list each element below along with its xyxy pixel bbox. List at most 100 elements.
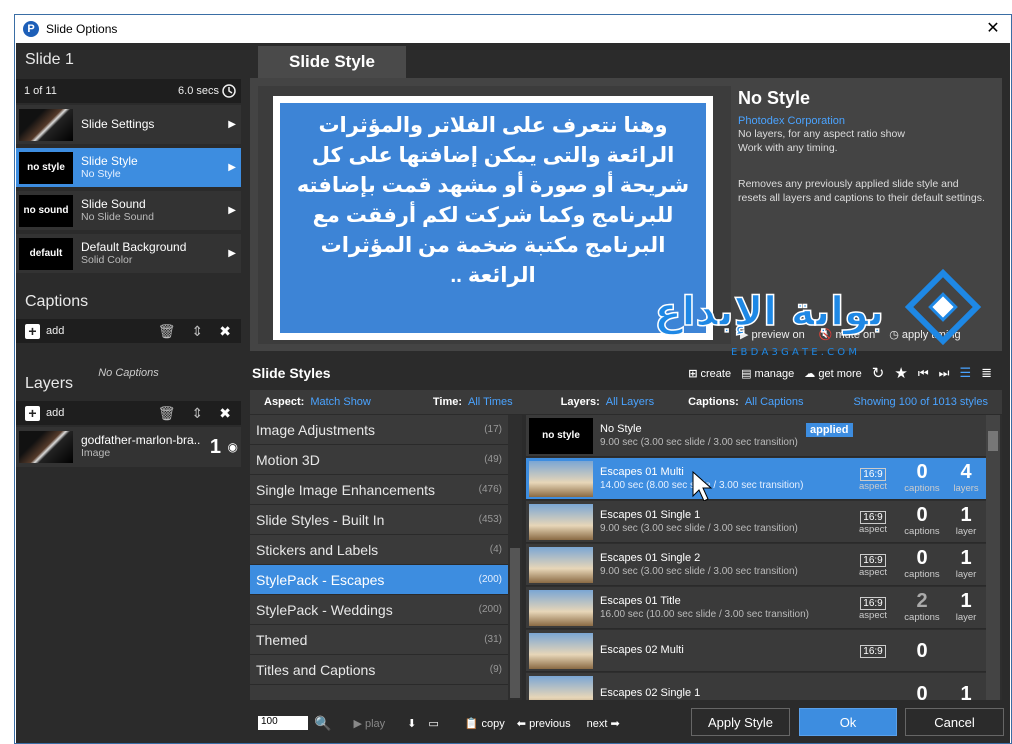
style-row-name: Escapes 01 Single 1 — [600, 508, 701, 521]
magnifier-icon[interactable]: 🔍 — [314, 715, 331, 732]
trash-icon[interactable]: 🗑 — [158, 323, 176, 340]
category-scrollbar[interactable] — [508, 415, 522, 700]
category-item[interactable]: StylePack - Weddings (200) — [250, 595, 522, 625]
category-item[interactable]: Slide Styles - Built In (453) — [250, 505, 522, 535]
mute-on-toggle[interactable]: 🔇 mute on — [819, 328, 876, 341]
marker-icon[interactable]: ⬇ — [407, 717, 416, 730]
slide-time[interactable]: 6.0 secs — [178, 85, 219, 97]
slide-preview: وهنا نتعرف على الفلاتر والمؤثرات الرائعة… — [273, 96, 713, 340]
captions-filter[interactable]: All Captions — [745, 396, 804, 408]
style-thumbnail: no style — [529, 417, 593, 454]
zoom-input[interactable]: 100 — [258, 716, 308, 730]
style-row[interactable]: Escapes 01 Title 16.00 sec (10.00 sec sli… — [526, 587, 986, 629]
style-row[interactable]: Escapes 02 Single 1 0 1 — [526, 673, 986, 700]
add-caption-plus-icon[interactable]: + — [25, 323, 40, 339]
layer-item[interactable]: godfather-marlon-bra... Image 1 ◉ — [16, 427, 241, 469]
category-item[interactable]: Themed (31) — [250, 625, 522, 655]
background-thumbnail: default — [19, 237, 73, 270]
scroll-thumb[interactable] — [988, 431, 998, 451]
category-name: Single Image Enhancements — [256, 481, 435, 498]
category-name: StylePack - Weddings — [256, 601, 393, 618]
captions-label: captions — [904, 525, 940, 537]
category-item[interactable]: Motion 3D (49) — [250, 445, 522, 475]
category-count: (49) — [484, 454, 502, 465]
close-icon[interactable]: ✕ — [983, 19, 1003, 39]
apply-style-button[interactable]: Apply Style — [691, 708, 790, 736]
trash-icon[interactable]: 🗑 — [158, 405, 176, 422]
reorder-icon[interactable]: ⇕ — [192, 405, 204, 422]
scroll-thumb[interactable] — [510, 548, 520, 698]
category-item[interactable]: Image Adjustments (17) — [250, 415, 522, 445]
style-company[interactable]: Photodex Corporation — [738, 115, 988, 127]
showing-count: Showing 100 of 1013 styles — [853, 396, 988, 408]
category-name: Slide Styles - Built In — [256, 511, 385, 528]
aspect-label: aspect — [859, 480, 887, 492]
category-name: Motion 3D — [256, 451, 320, 468]
nav-label: Slide Settings — [81, 117, 155, 131]
category-item[interactable]: Stickers and Labels (4) — [250, 535, 522, 565]
category-item-selected[interactable]: StylePack - Escapes (200) — [250, 565, 522, 595]
last-icon[interactable]: ⏭ — [939, 366, 950, 381]
reorder-icon[interactable]: ⇕ — [192, 323, 204, 340]
clock-icon[interactable] — [222, 84, 236, 98]
previous-button[interactable]: ⬅ previous — [517, 717, 571, 730]
tools-icon[interactable]: ✖ — [219, 405, 231, 422]
left-panel: Slide 1 1 of 11 6.0 secs Slide Settings … — [16, 43, 241, 743]
layers-count: 1 — [960, 546, 972, 569]
add-caption-button[interactable]: add — [46, 325, 64, 337]
layers-label: layers — [953, 482, 979, 494]
list-view-icon[interactable]: ☰ — [959, 365, 971, 381]
nav-label: Slide Sound — [81, 196, 146, 211]
tools-icon[interactable]: ✖ — [219, 323, 231, 340]
play-button[interactable]: ▶ play — [353, 717, 385, 730]
style-row-detail: 9.00 sec (3.00 sec slide / 3.00 sec tran… — [600, 565, 798, 577]
aspect-badge: 16:9 — [860, 596, 886, 610]
apply-timing-toggle[interactable]: ◷ apply timing — [889, 328, 960, 341]
style-desc-3: Removes any previously applied slide sty… — [738, 178, 985, 204]
timer-icon: ◷ — [889, 329, 899, 341]
nav-slide-sound[interactable]: no sound Slide Sound No Slide Sound ▶ — [16, 191, 241, 232]
time-filter[interactable]: All Times — [468, 396, 513, 408]
category-name: Themed — [256, 631, 308, 648]
nav-default-background[interactable]: default Default Background Solid Color ▶ — [16, 234, 241, 275]
add-layer-button[interactable]: add — [46, 407, 64, 419]
category-item[interactable]: Single Image Enhancements (476) — [250, 475, 522, 505]
nav-slide-settings[interactable]: Slide Settings ▶ — [16, 105, 241, 146]
add-layer-plus-icon[interactable]: + — [25, 405, 40, 421]
aspect-frame-icon[interactable]: ▭ — [428, 717, 438, 730]
ok-button[interactable]: Ok — [799, 708, 897, 736]
aspect-badge: 16:9 — [860, 645, 886, 658]
layers-filter[interactable]: All Layers — [606, 396, 654, 408]
detail-view-icon[interactable]: ≣ — [981, 365, 992, 381]
copy-label: copy — [481, 717, 505, 730]
preview-controls: ▶ preview on 🔇 mute on ◷ apply timing — [740, 328, 961, 341]
style-row[interactable]: Escapes 01 Single 2 9.00 sec (3.00 sec sl… — [526, 544, 986, 586]
category-name: StylePack - Escapes — [256, 571, 385, 588]
category-item[interactable]: Titles and Captions (9) — [250, 655, 522, 685]
manage-button[interactable]: ▤ manage — [741, 367, 794, 380]
clipboard-icon: 📋 — [464, 717, 479, 730]
style-row-no-style[interactable]: no style No Style 9.00 sec (3.00 sec slid… — [526, 415, 986, 457]
copy-button[interactable]: 📋 copy — [465, 717, 505, 730]
style-scrollbar[interactable] — [986, 415, 1000, 700]
next-button[interactable]: next ➡ — [587, 717, 620, 730]
style-row[interactable]: Escapes 02 Multi 16:9 0 — [526, 630, 986, 672]
style-row[interactable]: Escapes 01 Single 1 9.00 sec (3.00 sec sl… — [526, 501, 986, 543]
title-bar: P Slide Options ✕ — [15, 15, 1011, 43]
cancel-button[interactable]: Cancel — [905, 708, 1004, 736]
captions-label: captions — [904, 611, 940, 623]
create-button[interactable]: ⊞ create — [688, 367, 731, 380]
nav-slide-style[interactable]: no style Slide Style No Style ▶ — [16, 148, 241, 189]
style-row[interactable]: Escapes 01 Multi14.00 sec (8.00 sec slid… — [526, 458, 986, 502]
aspect-badge: 16:9 — [860, 467, 886, 481]
get-more-button[interactable]: ☁ get more — [804, 367, 861, 380]
star-icon[interactable]: ★ — [894, 364, 907, 382]
aspect-filter[interactable]: Match Show — [310, 396, 371, 408]
refresh-icon[interactable]: ↻ — [872, 364, 885, 382]
eye-icon[interactable]: ◉ — [228, 440, 238, 454]
first-icon[interactable]: ⏮ — [918, 366, 929, 381]
nav-sub: No Style — [81, 167, 121, 180]
plus-icon: ⊞ — [688, 367, 698, 380]
preview-on-toggle[interactable]: ▶ preview on — [740, 328, 805, 341]
tab-slide-style[interactable]: Slide Style — [258, 46, 406, 78]
